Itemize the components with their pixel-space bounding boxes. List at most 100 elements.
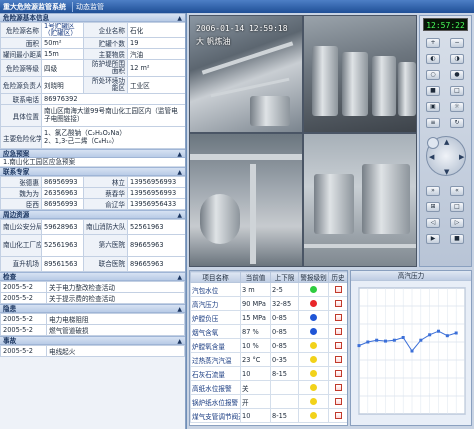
sensor-name: 汽包水位 xyxy=(190,282,241,297)
camera-view-4[interactable] xyxy=(303,133,417,267)
location-link[interactable]: 南山区南海大道99号南山化工园区内（监管电子电图链接） xyxy=(41,104,185,127)
ptz-center-button[interactable] xyxy=(427,137,439,149)
history-chart-icon[interactable] xyxy=(334,384,342,391)
collapse-icon[interactable]: ▲ xyxy=(177,337,182,346)
sensor-row[interactable]: 高汽压力 90 MPa 32-85 xyxy=(190,296,347,311)
history-cell[interactable] xyxy=(328,380,347,395)
tank-graphic xyxy=(372,56,396,116)
table-row[interactable]: 2005-5-2 关于提示费的检查活动 xyxy=(0,292,185,304)
focus-near-button[interactable]: ◐ xyxy=(426,54,440,64)
section-header-hazard[interactable]: 隐患 ▲ xyxy=(0,304,185,313)
light-button[interactable]: ☼ xyxy=(450,102,464,112)
history-chart-icon[interactable] xyxy=(334,342,342,349)
focus-far-button[interactable]: ◑ xyxy=(450,54,464,64)
arrow-left-icon[interactable]: ◀ xyxy=(429,153,434,161)
history-chart-icon[interactable] xyxy=(334,314,342,321)
split-1-button[interactable]: □ xyxy=(450,202,464,212)
history-chart-icon[interactable] xyxy=(334,286,342,293)
sensor-row[interactable]: 高纸水位报警关 xyxy=(190,380,347,395)
log-text[interactable]: 关于提示费的检查活动 xyxy=(46,292,185,304)
iris-open-button[interactable]: ○ xyxy=(426,70,440,80)
arrow-right-icon[interactable]: ▶ xyxy=(459,153,464,161)
history-cell[interactable] xyxy=(328,366,347,381)
collapse-icon[interactable]: ▲ xyxy=(177,211,182,220)
alarm-level xyxy=(298,310,329,325)
collapse-icon[interactable]: ▲ xyxy=(177,273,182,282)
data-point xyxy=(454,331,458,335)
arrow-up-icon[interactable]: ▲ xyxy=(444,138,449,146)
collapse-icon[interactable]: ▲ xyxy=(177,168,182,177)
camera-view-3[interactable] xyxy=(189,133,303,267)
ptz-direction-pad[interactable]: ▲ ▼ ◀ ▶ xyxy=(426,136,466,176)
record-button[interactable]: ■ xyxy=(426,86,440,96)
sensor-row[interactable]: 炉膛负压 15 MPa 0-85 xyxy=(190,310,347,325)
auto-scan-button[interactable]: ↻ xyxy=(450,118,464,128)
section-header-plan[interactable]: 应急预案 ▲ xyxy=(0,149,185,158)
collapse-icon[interactable]: ▲ xyxy=(177,14,182,23)
resource-name: 南山公安分局 xyxy=(0,219,42,235)
pipe-graphic xyxy=(210,77,290,98)
section-header-resources[interactable]: 周边资源 ▲ xyxy=(0,210,185,219)
section-header-inspection[interactable]: 检查 ▲ xyxy=(0,272,185,281)
history-chart-icon[interactable] xyxy=(334,300,342,307)
history-cell[interactable] xyxy=(328,282,347,297)
section-header-basic[interactable]: 危险源基本信息 ▲ xyxy=(0,13,185,22)
sensor-row[interactable]: 烟气含氧 87 % 0-85 xyxy=(190,324,347,339)
zoom-out-button[interactable]: − xyxy=(450,38,464,48)
table-row[interactable]: 2005-5-2 关于电力整改检查活动 xyxy=(0,281,185,293)
tab-dynamic-monitor[interactable]: 动态监管 xyxy=(72,1,107,12)
history-cell[interactable] xyxy=(328,296,347,311)
history-cell[interactable] xyxy=(328,408,347,423)
preset-button[interactable]: ▣ xyxy=(426,102,440,112)
section-header-contacts[interactable]: 联系专家 ▲ xyxy=(0,167,185,176)
wiper-button[interactable]: ≡ xyxy=(426,118,440,128)
iris-close-button[interactable]: ● xyxy=(450,70,464,80)
tank-graphic xyxy=(200,194,240,244)
alarm-level xyxy=(298,380,329,395)
history-chart-icon[interactable] xyxy=(334,412,342,419)
camera-view-1[interactable]: 2006-01-14 12:59:18 大 帆炼油 xyxy=(189,15,303,133)
table-row[interactable]: 2005-5-2 燃气管道破损 xyxy=(0,324,185,336)
log-date: 2005-5-2 xyxy=(0,345,47,357)
sensor-row[interactable]: 煤气支管调节阀开度108-15 xyxy=(190,408,347,423)
play-button[interactable]: ▶ xyxy=(426,234,440,244)
table-row[interactable]: 2005-5-2 电力电梯阻阻 xyxy=(0,313,185,325)
history-cell[interactable] xyxy=(328,310,347,325)
collapse-icon[interactable]: ▲ xyxy=(177,150,182,159)
log-text[interactable]: 电线起火 xyxy=(46,345,185,357)
history-chart-icon[interactable] xyxy=(334,370,342,377)
next-camera-button[interactable]: ▷ xyxy=(450,218,464,228)
camera-view-2[interactable] xyxy=(303,15,417,133)
log-text[interactable]: 关于电力整改检查活动 xyxy=(46,281,185,293)
fire-area-value: 12 m² xyxy=(127,59,185,77)
history-cell[interactable] xyxy=(328,352,347,367)
sensor-row[interactable]: 石灰石流量 10 8-15 xyxy=(190,366,347,381)
history-chart-icon[interactable] xyxy=(334,328,342,335)
sensor-row[interactable]: 炉膛氧含量 10 % 0-85 xyxy=(190,338,347,353)
sensor-row[interactable]: 汽包水位 3 m 2-5 xyxy=(190,282,347,297)
sensor-row[interactable]: 锅炉纸水位报警开 xyxy=(190,394,347,409)
split-4-button[interactable]: ⊞ xyxy=(426,202,440,212)
history-cell[interactable] xyxy=(328,394,347,409)
table-row[interactable]: 2005-5-2 电线起火 xyxy=(0,345,185,357)
history-cell[interactable] xyxy=(328,324,347,339)
history-chart-icon[interactable] xyxy=(334,398,342,405)
collapse-icon[interactable]: ▲ xyxy=(177,305,182,314)
sensor-row[interactable]: 过热蒸汽汽温 23 °C 0-35 xyxy=(190,352,347,367)
speed-up-button[interactable]: » xyxy=(426,186,440,196)
plan-link[interactable]: 1.南山化工园区应急预案 xyxy=(0,158,185,167)
section-header-accident[interactable]: 事故 ▲ xyxy=(0,336,185,345)
stop-button[interactable]: ■ xyxy=(450,234,464,244)
snapshot-button[interactable]: □ xyxy=(450,86,464,96)
arrow-down-icon[interactable]: ▼ xyxy=(444,168,449,176)
history-chart-icon[interactable] xyxy=(334,356,342,363)
zoom-in-button[interactable]: + xyxy=(426,38,440,48)
speed-down-button[interactable]: « xyxy=(450,186,464,196)
resource-phone: 89561563 xyxy=(41,256,84,272)
sensor-value: 23 °C xyxy=(240,352,271,367)
history-cell[interactable] xyxy=(328,338,347,353)
log-text[interactable]: 电力电梯阻阻 xyxy=(46,313,185,325)
log-text[interactable]: 燃气管道破损 xyxy=(46,324,185,336)
expert-name: 魏为为 xyxy=(0,187,42,199)
prev-camera-button[interactable]: ◁ xyxy=(426,218,440,228)
